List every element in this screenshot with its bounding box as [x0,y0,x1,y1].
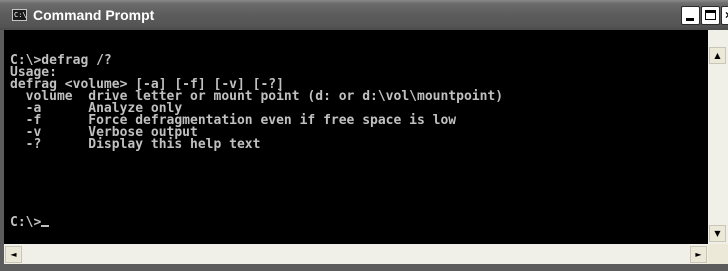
left-arrow-icon: ◄ [10,250,17,259]
console-line: -? Display this help text [10,137,261,152]
scroll-down-button[interactable]: ▼ [709,225,726,242]
command-prompt-window: C:\ Command Prompt × C:\>defrag /? Usage… [0,0,728,271]
right-arrow-icon: ► [695,250,702,259]
maximize-button[interactable] [701,6,720,25]
minimize-button[interactable] [681,6,700,25]
console-icon[interactable]: C:\ [12,9,27,21]
text-cursor [41,225,50,227]
up-arrow-icon: ▲ [714,51,721,60]
console-output-area[interactable]: C:\>defrag /? Usage: defrag <volume> [-a… [4,30,708,244]
down-arrow-icon: ▼ [714,229,721,238]
prompt-line: C:\> [10,215,50,230]
scroll-right-button[interactable]: ► [690,246,707,263]
maximize-icon [705,10,716,20]
scroll-left-button[interactable]: ◄ [5,246,22,263]
title-bar[interactable]: C:\ Command Prompt × [0,0,728,30]
window-frame-bottom [0,264,728,271]
resize-grip[interactable] [708,244,728,264]
scroll-up-button[interactable]: ▲ [709,47,726,64]
close-button[interactable]: × [721,6,728,25]
console-text: C:\>defrag /? Usage: defrag <volume> [-a… [10,54,503,152]
horizontal-scrollbar[interactable]: ◄ ► [4,244,708,264]
command-prompt: C:\> [10,215,42,230]
vertical-scrollbar[interactable]: ▲ ▼ [708,30,728,244]
window-title: Command Prompt [33,7,155,23]
minimize-icon [686,18,694,21]
